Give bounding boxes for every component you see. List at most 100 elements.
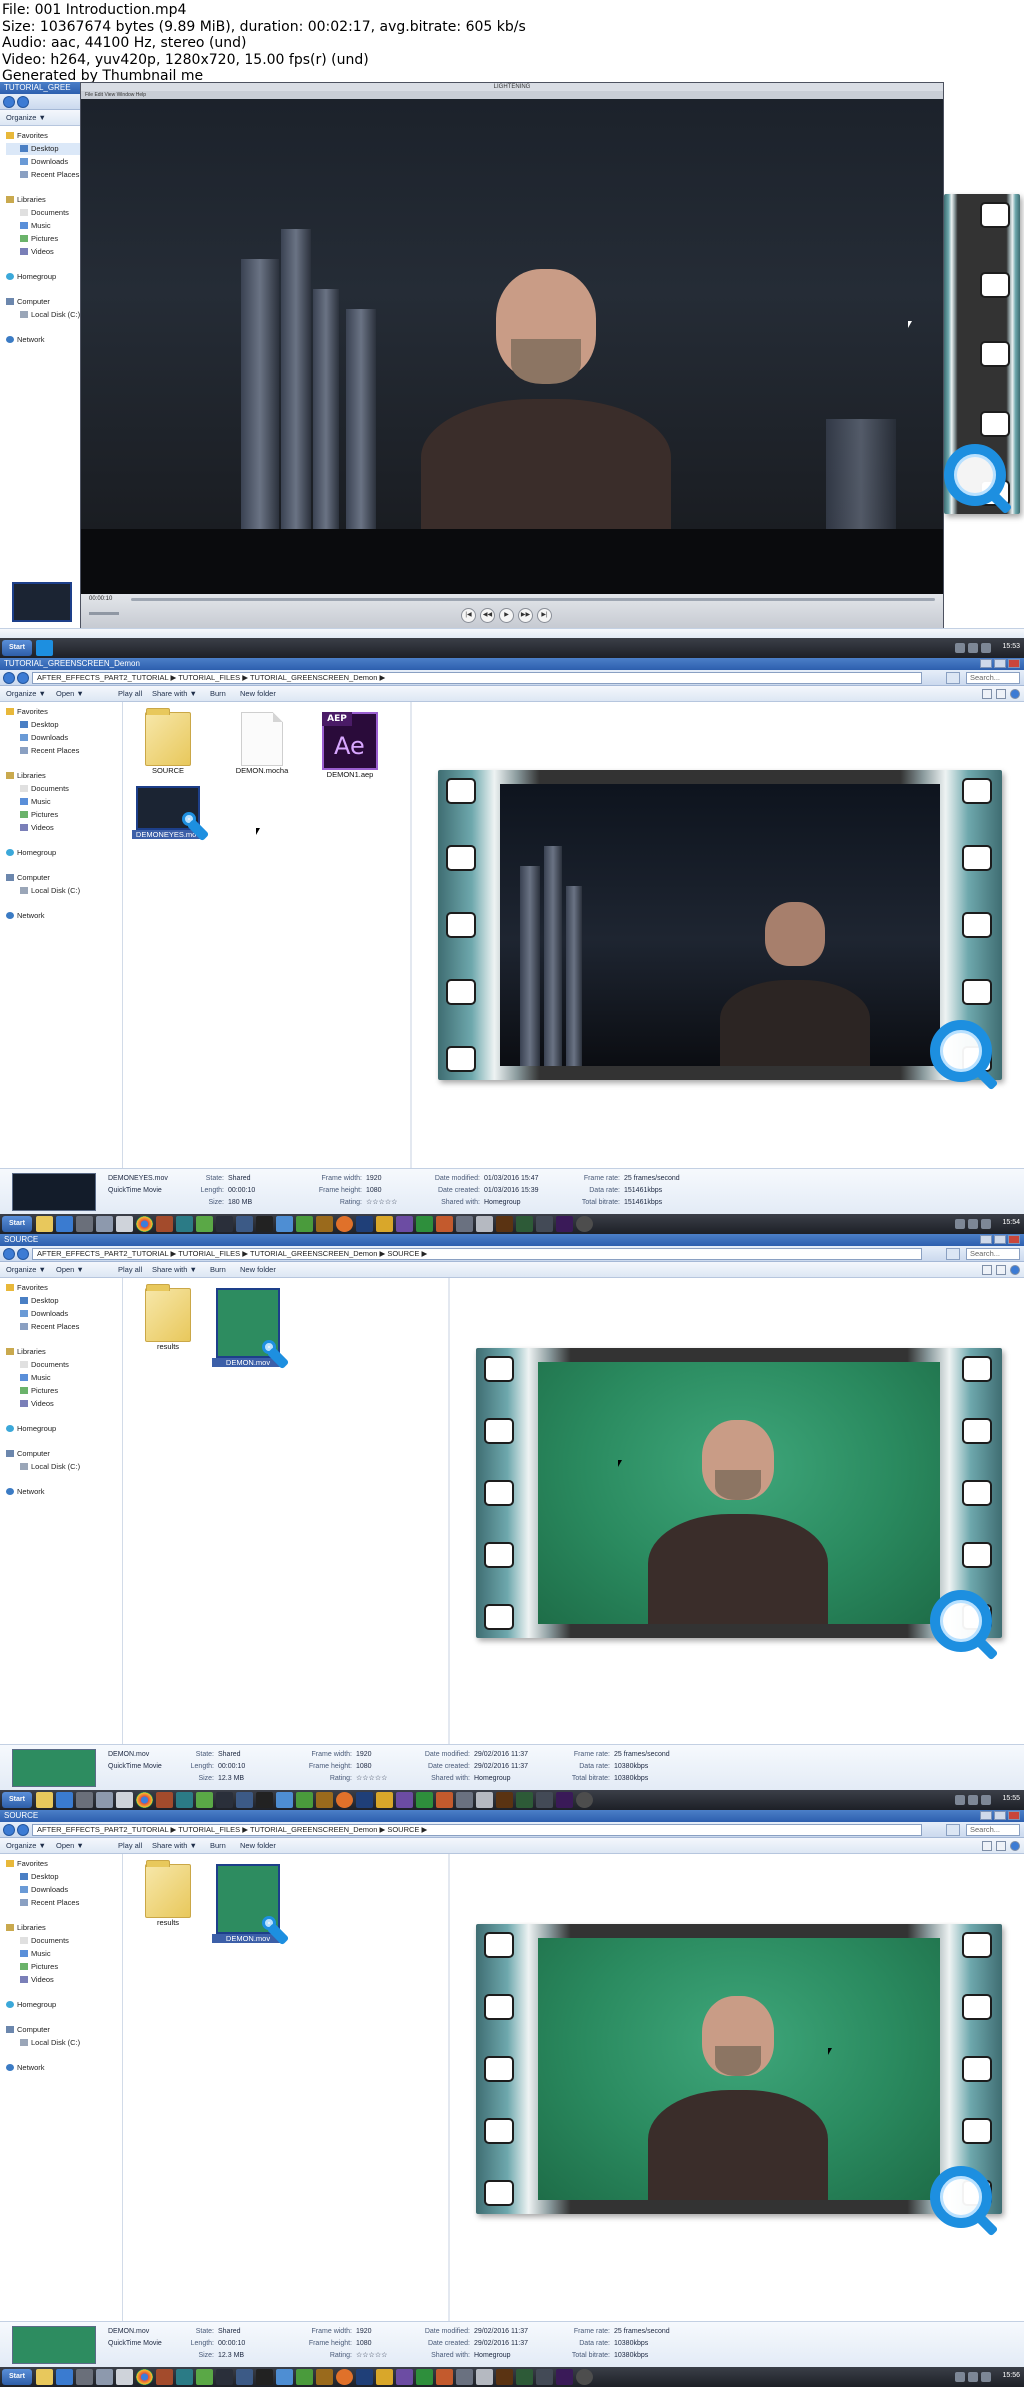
app-icon[interactable] [236, 1216, 253, 1232]
app-icon[interactable] [76, 1216, 93, 1232]
nav-music[interactable]: Music [20, 796, 51, 808]
share-with-button[interactable]: Share with ▼ [152, 1838, 197, 1854]
app-icon[interactable] [436, 1792, 453, 1808]
skip-forward-button[interactable]: ▶| [537, 608, 552, 623]
minimize-button[interactable] [980, 659, 992, 668]
preview-divider[interactable] [448, 1278, 450, 1744]
burn-button[interactable]: Burn [210, 1838, 226, 1854]
app-icon[interactable] [196, 2369, 213, 2385]
illustrator-app-icon[interactable] [496, 1792, 513, 1808]
nav-pictures[interactable]: Pictures [20, 1961, 58, 1973]
wmp-app-icon[interactable] [56, 2369, 73, 2385]
app-icon[interactable] [196, 1792, 213, 1808]
nav-videos[interactable]: Videos [20, 246, 54, 258]
tray-icon[interactable] [955, 1795, 965, 1805]
app-icon[interactable] [456, 2369, 473, 2385]
open-button[interactable]: Open ▼ [56, 1838, 84, 1854]
app-icon[interactable] [456, 1792, 473, 1808]
preview-divider[interactable] [448, 1854, 450, 2321]
organize-button[interactable]: Organize ▼ [6, 1262, 46, 1278]
start-button[interactable]: Start [2, 640, 32, 656]
app-icon[interactable] [416, 1792, 433, 1808]
app-icon[interactable] [396, 1216, 413, 1232]
play-all-button[interactable]: Play all [118, 1262, 142, 1278]
view-options-icon[interactable] [982, 1841, 992, 1851]
photoshop-app-icon[interactable] [356, 1792, 373, 1808]
rating-stars[interactable]: ☆☆☆☆☆ [356, 2350, 387, 2362]
nav-documents[interactable]: Documents [20, 783, 69, 795]
start-button[interactable]: Start [2, 2369, 32, 2385]
firefox-app-icon[interactable] [336, 2369, 353, 2385]
nav-computer[interactable]: Computer [6, 1448, 50, 1460]
back-button[interactable] [3, 672, 15, 684]
nav-recent-places[interactable]: Recent Places [20, 1897, 79, 1909]
tray-icon[interactable] [968, 2372, 978, 2382]
after-effects-app-icon[interactable] [556, 1216, 573, 1232]
app-icon[interactable] [276, 1216, 293, 1232]
app-icon[interactable] [116, 1792, 133, 1808]
photoshop-app-icon[interactable] [356, 2369, 373, 2385]
search-input[interactable]: Search... [966, 672, 1020, 684]
app-icon[interactable] [256, 1792, 273, 1808]
new-folder-button[interactable]: New folder [240, 1838, 276, 1854]
nav-pictures[interactable]: Pictures [20, 809, 58, 821]
app-icon[interactable] [536, 2369, 553, 2385]
forward-button[interactable] [17, 96, 29, 108]
folder-item[interactable]: SOURCE [132, 708, 204, 775]
app-icon[interactable] [156, 2369, 173, 2385]
open-button[interactable]: Open ▼ [56, 1262, 84, 1278]
nav-desktop[interactable]: Desktop [20, 1295, 59, 1307]
app-icon[interactable] [176, 1792, 193, 1808]
new-folder-button[interactable]: New folder [240, 1262, 276, 1278]
app-icon[interactable] [216, 1216, 233, 1232]
nav-pictures[interactable]: Pictures [20, 1385, 58, 1397]
quicktime-app-icon[interactable] [36, 640, 53, 656]
firefox-app-icon[interactable] [336, 1792, 353, 1808]
forward-button[interactable] [17, 672, 29, 684]
file-item[interactable]: DEMON.mocha [226, 712, 298, 775]
nav-pictures[interactable]: Pictures [20, 233, 58, 245]
fast-forward-button[interactable]: ▶▶ [518, 608, 533, 623]
player-menu[interactable]: File Edit View Window Help [81, 91, 943, 99]
seek-bar[interactable] [131, 598, 935, 601]
search-input[interactable]: Search... [966, 1248, 1020, 1260]
app-icon[interactable] [276, 2369, 293, 2385]
app-icon[interactable] [216, 2369, 233, 2385]
nav-homegroup[interactable]: Homegroup [6, 1423, 56, 1435]
app-icon[interactable] [376, 1792, 393, 1808]
app-icon[interactable] [376, 1216, 393, 1232]
forward-button[interactable] [17, 1824, 29, 1836]
tray-icon[interactable] [955, 1219, 965, 1229]
help-icon[interactable] [1010, 689, 1020, 699]
app-icon[interactable] [196, 1216, 213, 1232]
folder-item[interactable]: results [132, 1860, 204, 1927]
bridge-app-icon[interactable] [316, 2369, 333, 2385]
help-icon[interactable] [1010, 1841, 1020, 1851]
nav-favorites[interactable]: Favorites [6, 1858, 48, 1870]
file-item[interactable]: AEP Ae DEMON1.aep [314, 712, 386, 779]
app-icon[interactable] [456, 1216, 473, 1232]
nav-libraries[interactable]: Libraries [6, 1346, 46, 1358]
nav-favorites[interactable]: Favorites [6, 130, 48, 142]
wmp-app-icon[interactable] [56, 1216, 73, 1232]
dreamweaver-app-icon[interactable] [296, 1216, 313, 1232]
play-button[interactable]: ▶ [499, 608, 514, 623]
refresh-button[interactable] [946, 672, 960, 684]
app-icon[interactable] [476, 1792, 493, 1808]
share-with-button[interactable]: Share with ▼ [152, 686, 197, 702]
app-icon[interactable] [576, 2369, 593, 2385]
app-icon[interactable] [236, 1792, 253, 1808]
minimize-button[interactable] [980, 1811, 992, 1820]
app-icon[interactable] [416, 2369, 433, 2385]
explorer-app-icon[interactable] [36, 2369, 53, 2385]
organize-button[interactable]: Organize ▼ [6, 1838, 46, 1854]
close-button[interactable] [1008, 1235, 1020, 1244]
preview-divider[interactable] [410, 702, 412, 1168]
chrome-app-icon[interactable] [136, 1216, 153, 1232]
start-button[interactable]: Start [2, 1216, 32, 1232]
rewind-button[interactable]: ◀◀ [480, 608, 495, 623]
app-icon[interactable] [256, 1216, 273, 1232]
nav-local-disk[interactable]: Local Disk (C:) [20, 1461, 80, 1473]
nav-recent-places[interactable]: Recent Places [20, 1321, 79, 1333]
nav-local-disk[interactable]: Local Disk (C:) [20, 2037, 80, 2049]
